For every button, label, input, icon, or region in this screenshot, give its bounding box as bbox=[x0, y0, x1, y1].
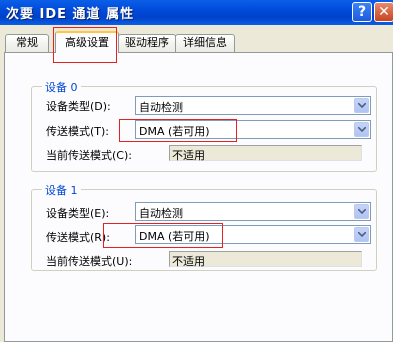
device-type-label: 设备类型(E): bbox=[46, 207, 110, 220]
current-mode-label: 当前传送模式(U): bbox=[46, 255, 133, 268]
device-0-transfer-mode-select[interactable]: DMA (若可用) bbox=[135, 120, 371, 139]
chevron-down-icon[interactable] bbox=[354, 204, 369, 219]
device-0-legend: 设备 0 bbox=[42, 79, 81, 95]
device-type-label: 设备类型(D): bbox=[46, 100, 111, 113]
device-0-type-value: 自动检测 bbox=[139, 101, 183, 114]
device-1-group: 设备 1 设备类型(E): 自动检测 传送模式(R): DMA (若可用) 当前… bbox=[31, 182, 377, 271]
device-1-type-select[interactable]: 自动检测 bbox=[135, 202, 371, 221]
help-icon: ? bbox=[357, 4, 367, 20]
device-1-transfer-mode-select[interactable]: DMA (若可用) bbox=[135, 225, 371, 244]
transfer-mode-label: 传送模式(T): bbox=[46, 125, 110, 138]
title-bar: 次要 IDE 通道 属性 ? ✕ bbox=[0, 0, 393, 25]
current-mode-label: 当前传送模式(C): bbox=[46, 149, 132, 162]
device-0-type-select[interactable]: 自动检测 bbox=[135, 96, 371, 115]
device-0-current-mode-field: 不适用 bbox=[169, 145, 362, 162]
device-1-current-mode-field: 不适用 bbox=[169, 251, 362, 268]
close-button[interactable]: ✕ bbox=[374, 2, 393, 22]
tab-driver[interactable]: 驱动程序 bbox=[118, 34, 176, 52]
help-button[interactable]: ? bbox=[352, 2, 372, 22]
tab-details[interactable]: 详细信息 bbox=[175, 34, 235, 52]
device-0-transfer-mode-value: DMA (若可用) bbox=[139, 125, 210, 138]
tab-advanced-settings[interactable]: 高级设置 bbox=[55, 31, 119, 53]
close-icon: ✕ bbox=[378, 4, 390, 20]
device-1-type-value: 自动检测 bbox=[139, 207, 183, 220]
chevron-down-icon[interactable] bbox=[354, 122, 369, 137]
chevron-down-icon[interactable] bbox=[354, 98, 369, 113]
device-1-legend: 设备 1 bbox=[42, 182, 81, 198]
tab-strip: 常规 高级设置 驱动程序 详细信息 bbox=[0, 30, 393, 53]
device-0-group: 设备 0 设备类型(D): 自动检测 传送模式(T): DMA (若可用) 当前… bbox=[31, 79, 377, 172]
device-0-current-mode-value: 不适用 bbox=[172, 149, 205, 162]
device-1-current-mode-value: 不适用 bbox=[172, 255, 205, 268]
window-title: 次要 IDE 通道 属性 bbox=[6, 7, 135, 22]
chevron-down-icon[interactable] bbox=[354, 227, 369, 242]
tab-general[interactable]: 常规 bbox=[5, 34, 49, 52]
transfer-mode-label: 传送模式(R): bbox=[46, 231, 110, 244]
device-1-transfer-mode-value: DMA (若可用) bbox=[139, 230, 210, 243]
